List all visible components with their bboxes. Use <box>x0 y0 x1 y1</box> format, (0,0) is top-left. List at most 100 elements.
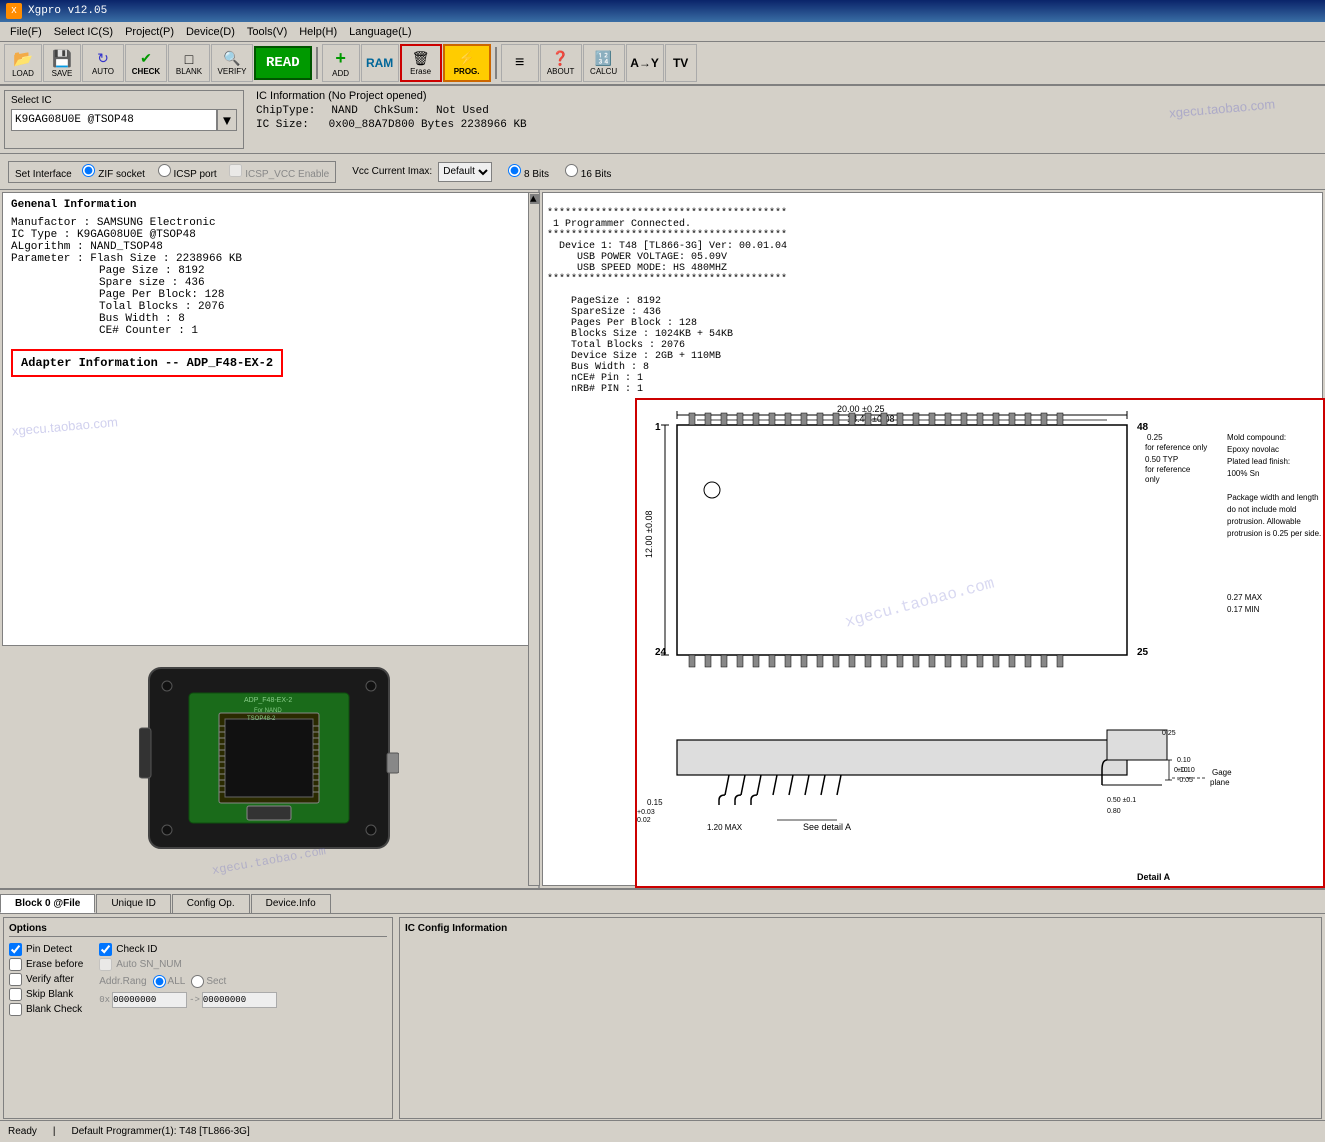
info-ic-type: IC Type : K9GAG08U0E @TSOP48 <box>11 229 527 241</box>
zif-radio-label[interactable]: ZIF socket <box>82 169 147 180</box>
svg-text:0.15: 0.15 <box>647 798 663 807</box>
svg-text:protrusion is 0.25 per side.: protrusion is 0.25 per side. <box>1227 529 1321 538</box>
svg-text:0.25: 0.25 <box>1162 730 1176 737</box>
menu-file[interactable]: File(F) <box>4 25 48 39</box>
addr-all-label[interactable]: ALL <box>153 975 186 988</box>
info-param3: Spare size : 436 <box>11 277 527 289</box>
tab-block0[interactable]: Block 0 @File <box>0 894 95 913</box>
load-button[interactable]: 📂 LOAD <box>4 44 42 82</box>
ram-button[interactable]: RAM <box>361 44 399 82</box>
svg-text:0.50 ±0.1: 0.50 ±0.1 <box>1107 797 1136 804</box>
set-interface-group: Set Interface ZIF socket ICSP port ICSP_… <box>8 161 336 183</box>
status-separator: | <box>53 1126 56 1137</box>
auto-sn-checkbox[interactable] <box>99 958 112 971</box>
read-button[interactable]: READ <box>254 46 312 80</box>
addr-range-row: Addr.Rang ALL Sect <box>99 975 277 988</box>
svg-text:Epoxy novolac: Epoxy novolac <box>1227 445 1279 454</box>
prog-button[interactable]: ⚡ PROG. <box>443 44 491 82</box>
add-button[interactable]: + ADD <box>322 44 360 82</box>
tab-configop[interactable]: Config Op. <box>172 894 250 913</box>
scroll-up-arrow[interactable]: ▲ <box>530 194 540 204</box>
add-label: ADD <box>332 69 349 78</box>
device-image-area: ADP_F48-EX-2 For NAND TSOP48-2 xgecu.tao… <box>0 648 538 888</box>
lang-button[interactable]: A→Y <box>626 44 664 82</box>
menu-project[interactable]: Project(P) <box>119 25 180 39</box>
pin-detect-checkbox[interactable] <box>9 943 22 956</box>
tab-uniqueid[interactable]: Unique ID <box>96 894 170 913</box>
bits16-label[interactable]: 16 Bits <box>565 164 611 180</box>
menu-tools[interactable]: Tools(V) <box>241 25 293 39</box>
bits16-radio[interactable] <box>565 164 578 177</box>
zif-radio[interactable] <box>82 164 95 177</box>
svg-text:only: only <box>1145 475 1160 484</box>
verify-after-option[interactable]: Verify after <box>9 973 83 986</box>
erase-before-option[interactable]: Erase before <box>9 958 83 971</box>
svg-text:0.27 MAX: 0.27 MAX <box>1227 593 1263 602</box>
addr-from-input[interactable] <box>112 992 187 1008</box>
menu-language[interactable]: Language(L) <box>343 25 417 39</box>
menu-select-ic[interactable]: Select IC(S) <box>48 25 119 39</box>
menu-device[interactable]: Device(D) <box>180 25 241 39</box>
add-icon: + <box>335 48 346 69</box>
log-content: ****************************************… <box>547 208 787 395</box>
addr-all-radio[interactable] <box>153 975 166 988</box>
erase-icon: 🗑 <box>412 50 430 67</box>
addr-sect-radio[interactable] <box>191 975 204 988</box>
options-title: Options <box>9 923 387 937</box>
check-id-option[interactable]: Check ID <box>99 943 277 956</box>
check-label: CHECK <box>132 67 160 76</box>
verify-after-checkbox[interactable] <box>9 973 22 986</box>
svg-text:protrusion. Allowable: protrusion. Allowable <box>1227 517 1301 526</box>
tv-button[interactable]: TV <box>665 44 697 82</box>
menu-help[interactable]: Help(H) <box>293 25 343 39</box>
status-left: Ready <box>8 1126 37 1137</box>
vcc-select[interactable]: Default 100mA 200mA 500mA <box>438 162 492 182</box>
svg-text:0.50 TYP: 0.50 TYP <box>1145 455 1178 464</box>
chiptype-label: ChipType: <box>256 105 315 117</box>
svg-text:+0.03: +0.03 <box>637 809 655 816</box>
verify-button[interactable]: 🔍 VERIFY <box>211 44 253 82</box>
vcc-label: Vcc Current Imax: <box>352 166 432 177</box>
erase-before-checkbox[interactable] <box>9 958 22 971</box>
check-button[interactable]: ✔ CHECK <box>125 44 167 82</box>
about-button[interactable]: ❓ ABOUT <box>540 44 582 82</box>
svg-text:0.02: 0.02 <box>637 817 651 824</box>
blank-button[interactable]: □ BLANK <box>168 44 210 82</box>
save-button[interactable]: 💾 SAVE <box>43 44 81 82</box>
icsp-radio-label[interactable]: ICSP port <box>158 169 220 180</box>
ic-name-input[interactable] <box>11 109 217 131</box>
options-left-col: Pin Detect Erase before Verify after <box>9 941 83 1018</box>
erase-button[interactable]: 🗑 Erase <box>400 44 442 82</box>
pin-detect-option[interactable]: Pin Detect <box>9 943 83 956</box>
blank-icon: □ <box>185 51 193 67</box>
auto-sn-option[interactable]: Auto SN_NUM <box>99 958 277 971</box>
bits8-label[interactable]: 8 Bits <box>508 164 549 180</box>
ic-dropdown-button[interactable]: ▼ <box>217 109 237 131</box>
check-id-checkbox[interactable] <box>99 943 112 956</box>
info-param2: Page Size : 8192 <box>11 265 527 277</box>
icsp-vcc-label[interactable]: ICSP_VCC Enable <box>229 169 329 180</box>
addr-to-input[interactable] <box>202 992 277 1008</box>
blank-check-option[interactable]: Blank Check <box>9 1003 83 1016</box>
bits8-radio[interactable] <box>508 164 521 177</box>
chiptype-value: NAND <box>331 105 357 117</box>
svg-text:0.25: 0.25 <box>1147 433 1163 442</box>
chip-diagram-svg: 20.00 ±0.25 18.40 ±0.08 12.00 ±0.08 48 2… <box>637 400 1325 888</box>
tab-deviceinfo[interactable]: Device.Info <box>251 894 331 913</box>
info-param7: CE# Counter : 1 <box>11 325 527 337</box>
ic-test-button[interactable]: ≡ <box>501 44 539 82</box>
blank-check-checkbox[interactable] <box>9 1003 22 1016</box>
addr-sect-label[interactable]: Sect <box>191 975 226 988</box>
skip-blank-checkbox[interactable] <box>9 988 22 1001</box>
chip-diagram: xgecu.taobao.com 20.00 ±0.25 18.40 ±0.08 <box>635 398 1325 888</box>
load-label: LOAD <box>12 69 34 78</box>
auto-sn-label: Auto SN_NUM <box>116 959 182 970</box>
calcu-button[interactable]: 🔢 CALCU <box>583 44 625 82</box>
scroll-bar-left[interactable]: ▲ <box>528 192 540 886</box>
auto-button[interactable]: ↻ AUTO <box>82 44 124 82</box>
skip-blank-option[interactable]: Skip Blank <box>9 988 83 1001</box>
about-icon: ❓ <box>552 50 569 67</box>
programmer-image: ADP_F48-EX-2 For NAND TSOP48-2 <box>139 658 399 878</box>
icsp-radio[interactable] <box>158 164 171 177</box>
icsp-vcc-checkbox[interactable] <box>229 164 242 177</box>
